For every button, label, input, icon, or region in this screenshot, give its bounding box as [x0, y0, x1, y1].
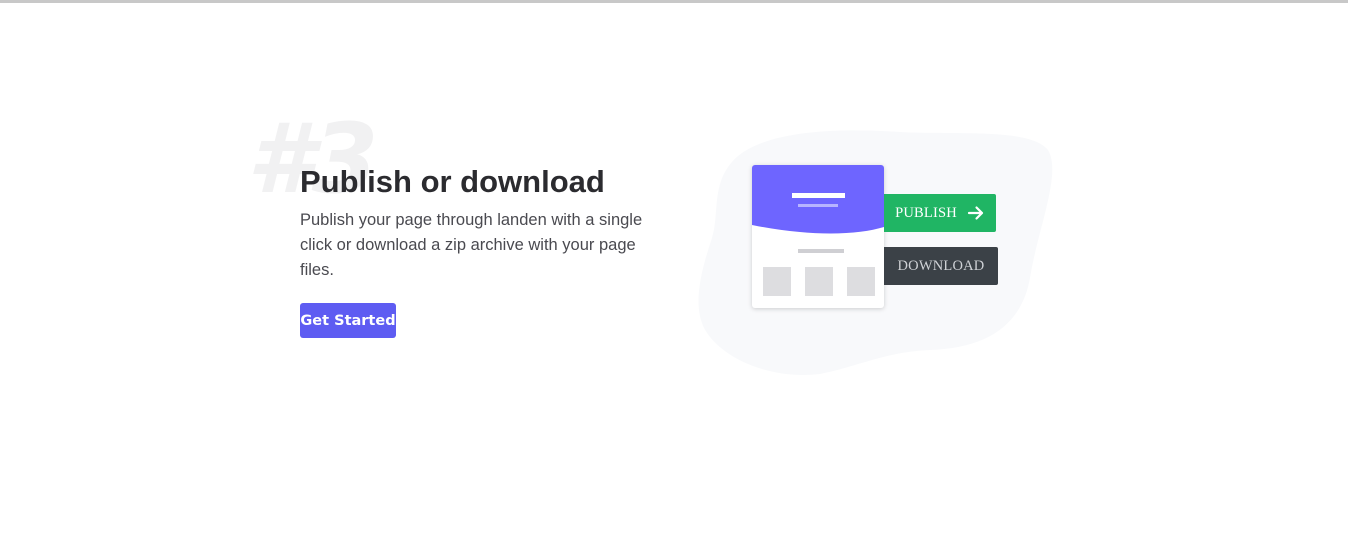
card-subtitle-line	[798, 204, 838, 207]
feature-title: Publish or download	[300, 164, 605, 199]
arrow-right-icon	[967, 206, 984, 220]
feature-description: Publish your page through landen with a …	[300, 211, 643, 279]
card-tile	[763, 267, 791, 296]
page-preview-card	[752, 165, 884, 308]
download-button[interactable]: DOWNLOAD	[884, 247, 998, 285]
download-button-label: DOWNLOAD	[897, 257, 985, 274]
card-tile	[805, 267, 833, 296]
feature-section: #3 Publish or download Publish your page…	[0, 3, 1348, 557]
publish-illustration: PUBLISH DOWNLOAD	[690, 118, 1060, 383]
get-started-button[interactable]: Get Started	[300, 303, 396, 338]
card-title-line	[792, 193, 845, 198]
card-tile	[847, 267, 875, 296]
card-text-line	[798, 249, 844, 253]
publish-button[interactable]: PUBLISH	[884, 194, 996, 232]
publish-button-label: PUBLISH	[895, 204, 957, 221]
card-header-wave	[752, 165, 884, 234]
